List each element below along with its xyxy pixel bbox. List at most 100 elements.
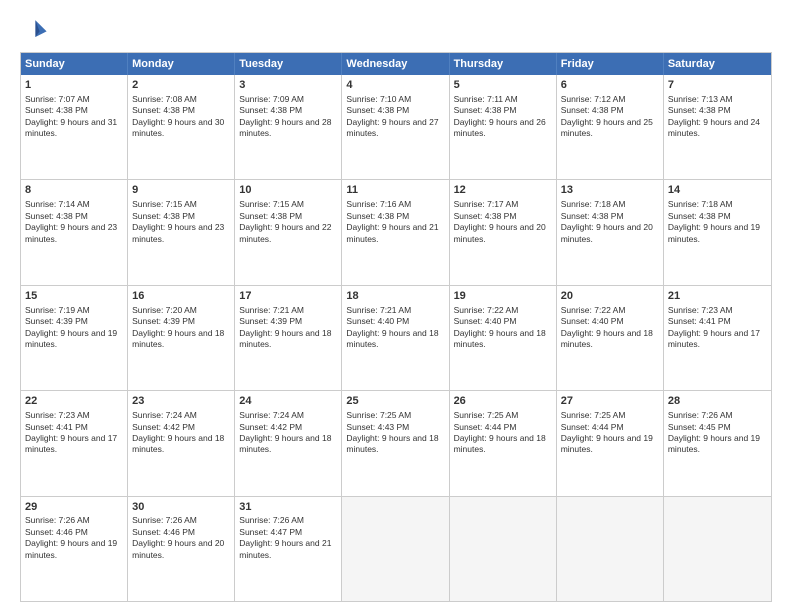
cal-cell: 22Sunrise: 7:23 AMSunset: 4:41 PMDayligh… bbox=[21, 391, 128, 495]
daylight-text: Daylight: 9 hours and 20 minutes. bbox=[132, 538, 224, 559]
header-day-thursday: Thursday bbox=[450, 53, 557, 75]
day-number: 30 bbox=[132, 500, 230, 515]
daylight-text: Daylight: 9 hours and 19 minutes. bbox=[668, 222, 760, 243]
sunset-text: Sunset: 4:45 PM bbox=[668, 422, 731, 432]
daylight-text: Daylight: 9 hours and 21 minutes. bbox=[346, 222, 438, 243]
daylight-text: Daylight: 9 hours and 26 minutes. bbox=[454, 117, 546, 138]
sunset-text: Sunset: 4:38 PM bbox=[346, 105, 409, 115]
cal-cell: 10Sunrise: 7:15 AMSunset: 4:38 PMDayligh… bbox=[235, 180, 342, 284]
daylight-text: Daylight: 9 hours and 22 minutes. bbox=[239, 222, 331, 243]
sunset-text: Sunset: 4:38 PM bbox=[454, 211, 517, 221]
day-number: 14 bbox=[668, 183, 767, 198]
sunrise-text: Sunrise: 7:18 AM bbox=[668, 199, 733, 209]
day-number: 28 bbox=[668, 394, 767, 409]
sunrise-text: Sunrise: 7:14 AM bbox=[25, 199, 90, 209]
cal-cell: 27Sunrise: 7:25 AMSunset: 4:44 PMDayligh… bbox=[557, 391, 664, 495]
sunrise-text: Sunrise: 7:24 AM bbox=[132, 410, 197, 420]
sunrise-text: Sunrise: 7:17 AM bbox=[454, 199, 519, 209]
daylight-text: Daylight: 9 hours and 21 minutes. bbox=[239, 538, 331, 559]
day-number: 23 bbox=[132, 394, 230, 409]
cal-cell: 29Sunrise: 7:26 AMSunset: 4:46 PMDayligh… bbox=[21, 497, 128, 601]
cal-cell: 30Sunrise: 7:26 AM Sunset: 4:46 PMDayligh… bbox=[128, 497, 235, 601]
sunrise-text: Sunrise: 7:11 AM bbox=[454, 94, 518, 104]
sunrise-text: Sunrise: 7:25 AM bbox=[561, 410, 626, 420]
sunrise-text: Sunrise: 7:25 AM bbox=[454, 410, 519, 420]
day-number: 21 bbox=[668, 289, 767, 304]
calendar-row: 29Sunrise: 7:26 AMSunset: 4:46 PMDayligh… bbox=[21, 496, 771, 601]
sunset-text: Sunset: 4:38 PM bbox=[561, 211, 624, 221]
daylight-text: Daylight: 9 hours and 18 minutes. bbox=[239, 328, 331, 349]
header-day-friday: Friday bbox=[557, 53, 664, 75]
sunrise-text: Sunrise: 7:26 AM bbox=[132, 515, 197, 525]
sunset-text: Sunset: 4:44 PM bbox=[454, 422, 517, 432]
daylight-text: Daylight: 9 hours and 17 minutes. bbox=[668, 328, 760, 349]
day-number: 22 bbox=[25, 394, 123, 409]
cal-cell bbox=[664, 497, 771, 601]
daylight-text: Daylight: 9 hours and 18 minutes. bbox=[239, 433, 331, 454]
cal-cell: 28Sunrise: 7:26 AMSunset: 4:45 PMDayligh… bbox=[664, 391, 771, 495]
cal-cell: 9Sunrise: 7:15 AM Sunset: 4:38 PMDaylight… bbox=[128, 180, 235, 284]
day-number: 13 bbox=[561, 183, 659, 198]
cal-cell: 11Sunrise: 7:16 AMSunset: 4:38 PMDayligh… bbox=[342, 180, 449, 284]
day-number: 29 bbox=[25, 500, 123, 515]
cal-cell: 4Sunrise: 7:10 AMSunset: 4:38 PMDaylight… bbox=[342, 75, 449, 179]
cal-cell: 19Sunrise: 7:22 AMSunset: 4:40 PMDayligh… bbox=[450, 286, 557, 390]
sunset-text: Sunset: 4:38 PM bbox=[132, 211, 195, 221]
sunrise-text: Sunrise: 7:21 AM bbox=[239, 305, 304, 315]
cal-cell: 23Sunrise: 7:24 AMSunset: 4:42 PMDayligh… bbox=[128, 391, 235, 495]
cal-cell: 18Sunrise: 7:21 AMSunset: 4:40 PMDayligh… bbox=[342, 286, 449, 390]
sunset-text: Sunset: 4:38 PM bbox=[561, 105, 624, 115]
sunset-text: Sunset: 4:40 PM bbox=[346, 316, 409, 326]
cal-cell: 17Sunrise: 7:21 AMSunset: 4:39 PMDayligh… bbox=[235, 286, 342, 390]
header-day-tuesday: Tuesday bbox=[235, 53, 342, 75]
calendar-row: 1Sunrise: 7:07 AMSunset: 4:38 PMDaylight… bbox=[21, 75, 771, 179]
sunset-text: Sunset: 4:47 PM bbox=[239, 527, 302, 537]
day-number: 20 bbox=[561, 289, 659, 304]
daylight-text: Daylight: 9 hours and 27 minutes. bbox=[346, 117, 438, 138]
sunset-text: Sunset: 4:46 PM bbox=[132, 527, 195, 537]
page: SundayMondayTuesdayWednesdayThursdayFrid… bbox=[0, 0, 792, 612]
header-day-sunday: Sunday bbox=[21, 53, 128, 75]
header-day-wednesday: Wednesday bbox=[342, 53, 449, 75]
sunset-text: Sunset: 4:40 PM bbox=[454, 316, 517, 326]
cal-cell: 1Sunrise: 7:07 AMSunset: 4:38 PMDaylight… bbox=[21, 75, 128, 179]
day-number: 4 bbox=[346, 78, 444, 93]
calendar-header: SundayMondayTuesdayWednesdayThursdayFrid… bbox=[21, 53, 771, 75]
day-number: 9 bbox=[132, 183, 230, 198]
sunrise-text: Sunrise: 7:24 AM bbox=[239, 410, 304, 420]
daylight-text: Daylight: 9 hours and 19 minutes. bbox=[561, 433, 653, 454]
sunrise-text: Sunrise: 7:21 AM bbox=[346, 305, 411, 315]
sunset-text: Sunset: 4:39 PM bbox=[25, 316, 88, 326]
cal-cell: 16Sunrise: 7:20 AMSunset: 4:39 PMDayligh… bbox=[128, 286, 235, 390]
daylight-text: Daylight: 9 hours and 25 minutes. bbox=[561, 117, 653, 138]
day-number: 31 bbox=[239, 500, 337, 515]
day-number: 5 bbox=[454, 78, 552, 93]
sunrise-text: Sunrise: 7:15 AM bbox=[132, 199, 197, 209]
daylight-text: Daylight: 9 hours and 18 minutes. bbox=[346, 433, 438, 454]
daylight-text: Daylight: 9 hours and 31 minutes. bbox=[25, 117, 117, 138]
sunset-text: Sunset: 4:38 PM bbox=[668, 211, 731, 221]
calendar: SundayMondayTuesdayWednesdayThursdayFrid… bbox=[20, 52, 772, 602]
day-number: 19 bbox=[454, 289, 552, 304]
day-number: 17 bbox=[239, 289, 337, 304]
cal-cell: 21Sunrise: 7:23 AMSunset: 4:41 PMDayligh… bbox=[664, 286, 771, 390]
cal-cell: 26Sunrise: 7:25 AMSunset: 4:44 PMDayligh… bbox=[450, 391, 557, 495]
cal-cell bbox=[557, 497, 664, 601]
daylight-text: Daylight: 9 hours and 23 minutes. bbox=[132, 222, 224, 243]
sunrise-text: Sunrise: 7:19 AM bbox=[25, 305, 90, 315]
cal-cell: 24Sunrise: 7:24 AMSunset: 4:42 PMDayligh… bbox=[235, 391, 342, 495]
day-number: 16 bbox=[132, 289, 230, 304]
day-number: 8 bbox=[25, 183, 123, 198]
cal-cell: 2Sunrise: 7:08 AMSunset: 4:38 PMDaylight… bbox=[128, 75, 235, 179]
daylight-text: Daylight: 9 hours and 28 minutes. bbox=[239, 117, 331, 138]
header-day-monday: Monday bbox=[128, 53, 235, 75]
daylight-text: Daylight: 9 hours and 23 minutes. bbox=[25, 222, 117, 243]
daylight-text: Daylight: 9 hours and 30 minutes. bbox=[132, 117, 224, 138]
sunrise-text: Sunrise: 7:15 AM bbox=[239, 199, 304, 209]
calendar-row: 8Sunrise: 7:14 AMSunset: 4:38 PMDaylight… bbox=[21, 179, 771, 284]
cal-cell: 6Sunrise: 7:12 AMSunset: 4:38 PMDaylight… bbox=[557, 75, 664, 179]
daylight-text: Daylight: 9 hours and 18 minutes. bbox=[454, 433, 546, 454]
sunset-text: Sunset: 4:42 PM bbox=[239, 422, 302, 432]
cal-cell: 14Sunrise: 7:18 AM Sunset: 4:38 PMDayligh… bbox=[664, 180, 771, 284]
day-number: 6 bbox=[561, 78, 659, 93]
